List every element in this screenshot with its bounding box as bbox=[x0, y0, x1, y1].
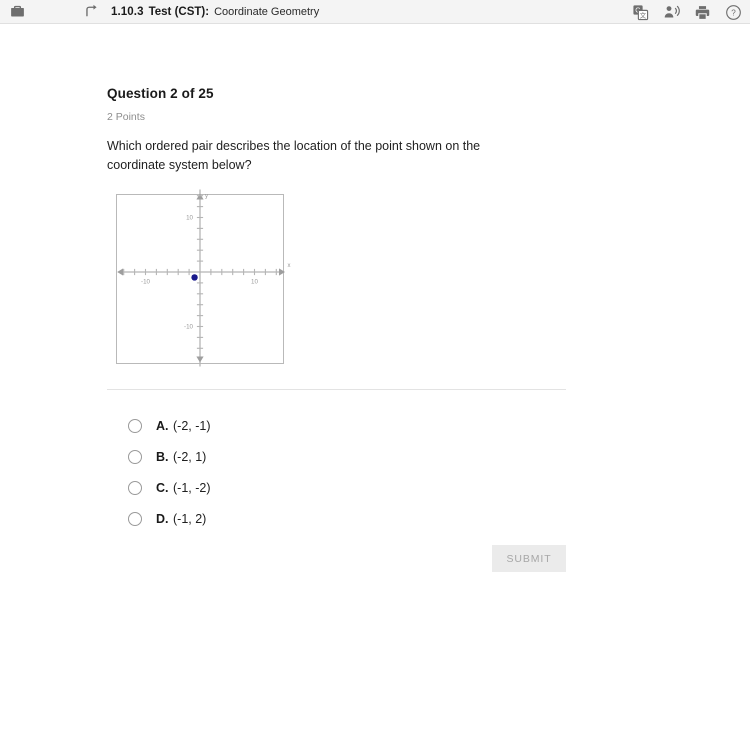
page-title: Question 2 of 25 bbox=[107, 86, 214, 101]
svg-text:x: x bbox=[288, 263, 291, 269]
translate-icon[interactable]: G 文 bbox=[632, 4, 649, 21]
points-label: 2 Points bbox=[107, 111, 145, 123]
answer-choice-b[interactable]: B. (-2, 1) bbox=[107, 441, 211, 472]
question-prompt: Which ordered pair describes the locatio… bbox=[107, 139, 481, 172]
radio-button[interactable] bbox=[128, 480, 142, 495]
subject-label: Coordinate Geometry bbox=[214, 5, 320, 18]
top-header-bar: 1.10.3 Test (CST): Coordinate Geometry G… bbox=[0, 0, 750, 24]
svg-text:y: y bbox=[205, 194, 208, 200]
back-arrow-icon[interactable] bbox=[78, 3, 102, 20]
submit-button[interactable]: SUBMIT bbox=[492, 545, 566, 572]
help-icon[interactable]: ? bbox=[725, 4, 742, 21]
choice-letter: A. bbox=[156, 418, 169, 433]
answer-choice-d[interactable]: D. (-1, 2) bbox=[107, 503, 211, 534]
answer-choice-list: A. (-2, -1) B. (-2, 1) C. (-1, -2) D. (-1, 2) bbox=[107, 410, 211, 534]
svg-text:-10: -10 bbox=[184, 324, 194, 331]
test-label: Test (CST): bbox=[148, 5, 210, 18]
radio-button[interactable] bbox=[128, 449, 142, 464]
svg-text:文: 文 bbox=[640, 10, 647, 19]
coordinate-plane: -10 10 10 -10 x y bbox=[117, 189, 291, 367]
choice-letter: D. bbox=[156, 511, 169, 526]
radio-button[interactable] bbox=[128, 511, 142, 526]
choice-text: (-2, 1) bbox=[173, 449, 207, 464]
lesson-number: 1.10.3 bbox=[111, 5, 144, 18]
svg-text:10: 10 bbox=[251, 279, 258, 286]
answer-choice-c[interactable]: C. (-1, -2) bbox=[107, 472, 211, 503]
choice-text: (-1, -2) bbox=[173, 480, 211, 495]
svg-text:?: ? bbox=[731, 8, 736, 17]
choice-text: (-2, -1) bbox=[173, 418, 211, 433]
briefcase-icon[interactable] bbox=[2, 3, 32, 20]
choice-letter: C. bbox=[156, 480, 169, 495]
breadcrumb: 1.10.3 Test (CST): Coordinate Geometry bbox=[111, 6, 319, 18]
header-tools: G 文 ? bbox=[632, 0, 742, 24]
choice-text: (-1, 2) bbox=[173, 511, 207, 526]
print-icon[interactable] bbox=[694, 4, 711, 21]
svg-text:10: 10 bbox=[186, 215, 193, 222]
read-aloud-icon[interactable] bbox=[663, 4, 680, 21]
section-divider bbox=[107, 389, 566, 390]
radio-button[interactable] bbox=[128, 418, 142, 433]
choice-letter: B. bbox=[156, 449, 169, 464]
svg-text:-10: -10 bbox=[141, 279, 151, 286]
answer-choice-a[interactable]: A. (-2, -1) bbox=[107, 410, 211, 441]
